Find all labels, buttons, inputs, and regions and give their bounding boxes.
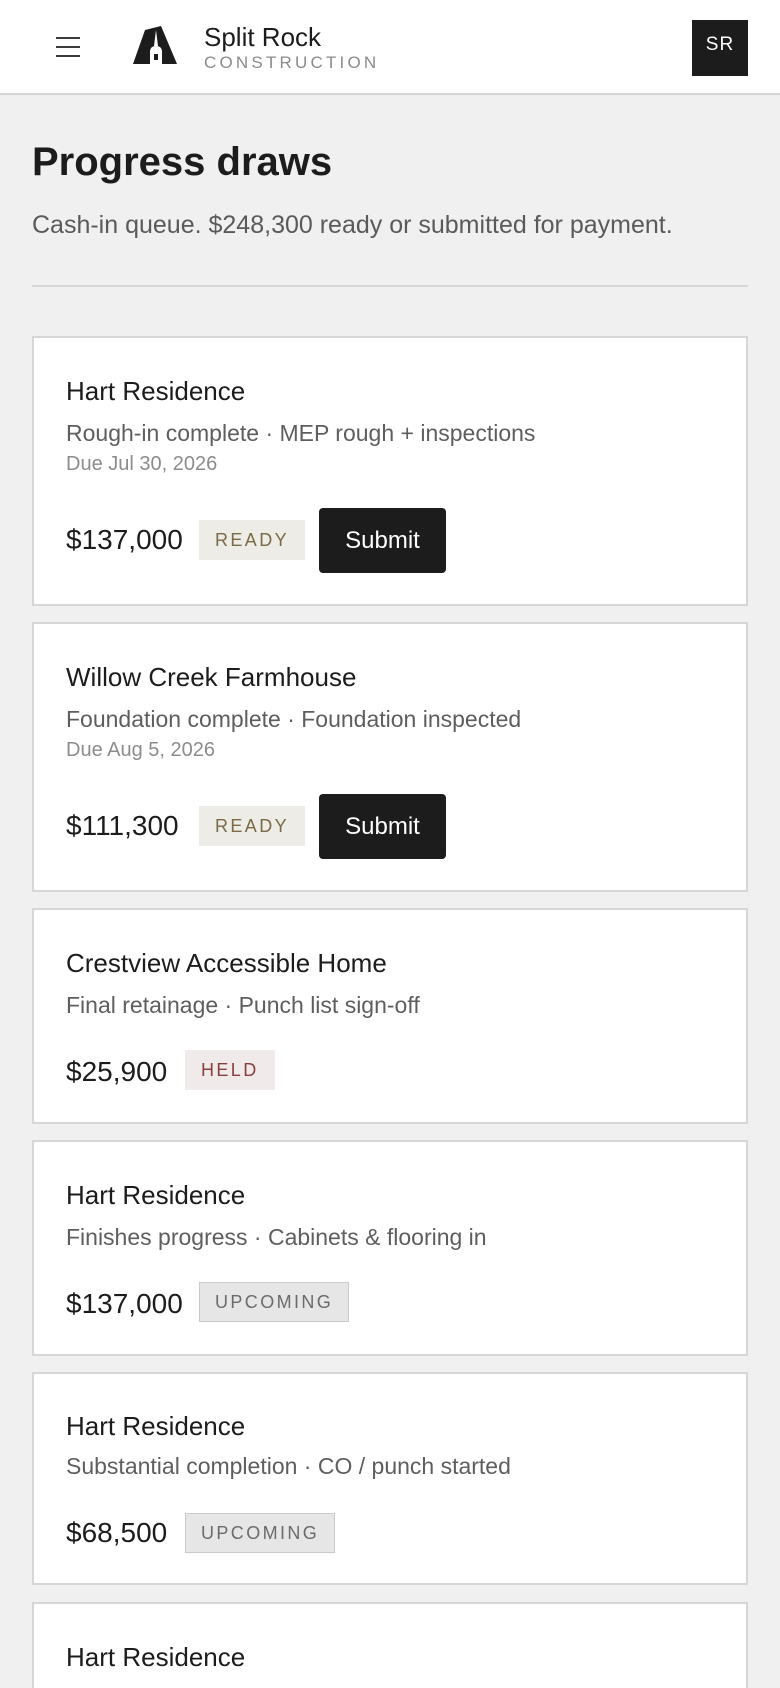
user-avatar[interactable]: SR (692, 20, 748, 76)
draw-description: Substantial completion · CO / punch star… (66, 1453, 511, 1479)
due-date: Due Aug 5, 2026 (66, 739, 216, 761)
project-name: Crestview Accessible Home (66, 948, 387, 978)
menu-line (56, 46, 80, 48)
draw-description: Foundation complete · Foundation inspect… (66, 706, 522, 732)
status-badge: UPCOMING (199, 1282, 350, 1322)
draw-card: Crestview Accessible Home Final retainag… (32, 908, 748, 1124)
draw-amount: $137,000 (66, 524, 183, 555)
status-badge: READY (199, 806, 306, 846)
draw-card: Hart Residence Substantial completion · … (32, 1372, 748, 1585)
draw-amount: $25,900 (66, 1056, 168, 1087)
status-badge: HELD (185, 1050, 275, 1090)
brand-tagline: CONSTRUCTION (204, 53, 380, 72)
draw-amount: $111,300 (66, 810, 179, 841)
draw-card: Hart Residence Finishes progress · Cabin… (32, 1140, 748, 1356)
split-rock-logo-icon (133, 26, 177, 64)
hamburger-menu-icon[interactable] (48, 30, 88, 64)
divider (32, 285, 748, 287)
draw-amount: $137,000 (66, 1288, 183, 1319)
page-title: Progress draws (32, 140, 333, 184)
top-bar: Split Rock CONSTRUCTION SR (0, 0, 780, 95)
draw-description: Rough-in complete · MEP rough + inspecti… (66, 420, 536, 446)
page-subtitle: Cash-in queue. $248,300 ready or submitt… (32, 211, 673, 239)
submit-button[interactable]: Submit (319, 508, 446, 573)
brand-name: Split Rock (204, 22, 322, 52)
project-name: Hart Residence (66, 1642, 246, 1672)
draw-amount: $68,500 (66, 1517, 168, 1548)
brand: Split Rock CONSTRUCTION (204, 22, 379, 73)
project-name: Hart Residence (66, 376, 246, 406)
draw-description: Final retainage · Punch list sign-off (66, 992, 420, 1018)
submit-button[interactable]: Submit (319, 794, 446, 859)
menu-line (56, 55, 80, 57)
project-name: Hart Residence (66, 1180, 246, 1210)
draw-card: Hart Residence Rough-in complete · MEP r… (32, 336, 748, 606)
draw-card: Willow Creek Farmhouse Foundation comple… (32, 622, 748, 892)
menu-line (56, 37, 80, 39)
draw-description: Finishes progress · Cabinets & flooring … (66, 1224, 487, 1250)
project-name: Willow Creek Farmhouse (66, 662, 357, 692)
project-name: Hart Residence (66, 1411, 246, 1441)
status-badge: READY (199, 520, 306, 560)
due-date: Due Jul 30, 2026 (66, 453, 218, 475)
draw-card: Hart Residence (32, 1602, 748, 1688)
status-badge: UPCOMING (185, 1513, 336, 1553)
